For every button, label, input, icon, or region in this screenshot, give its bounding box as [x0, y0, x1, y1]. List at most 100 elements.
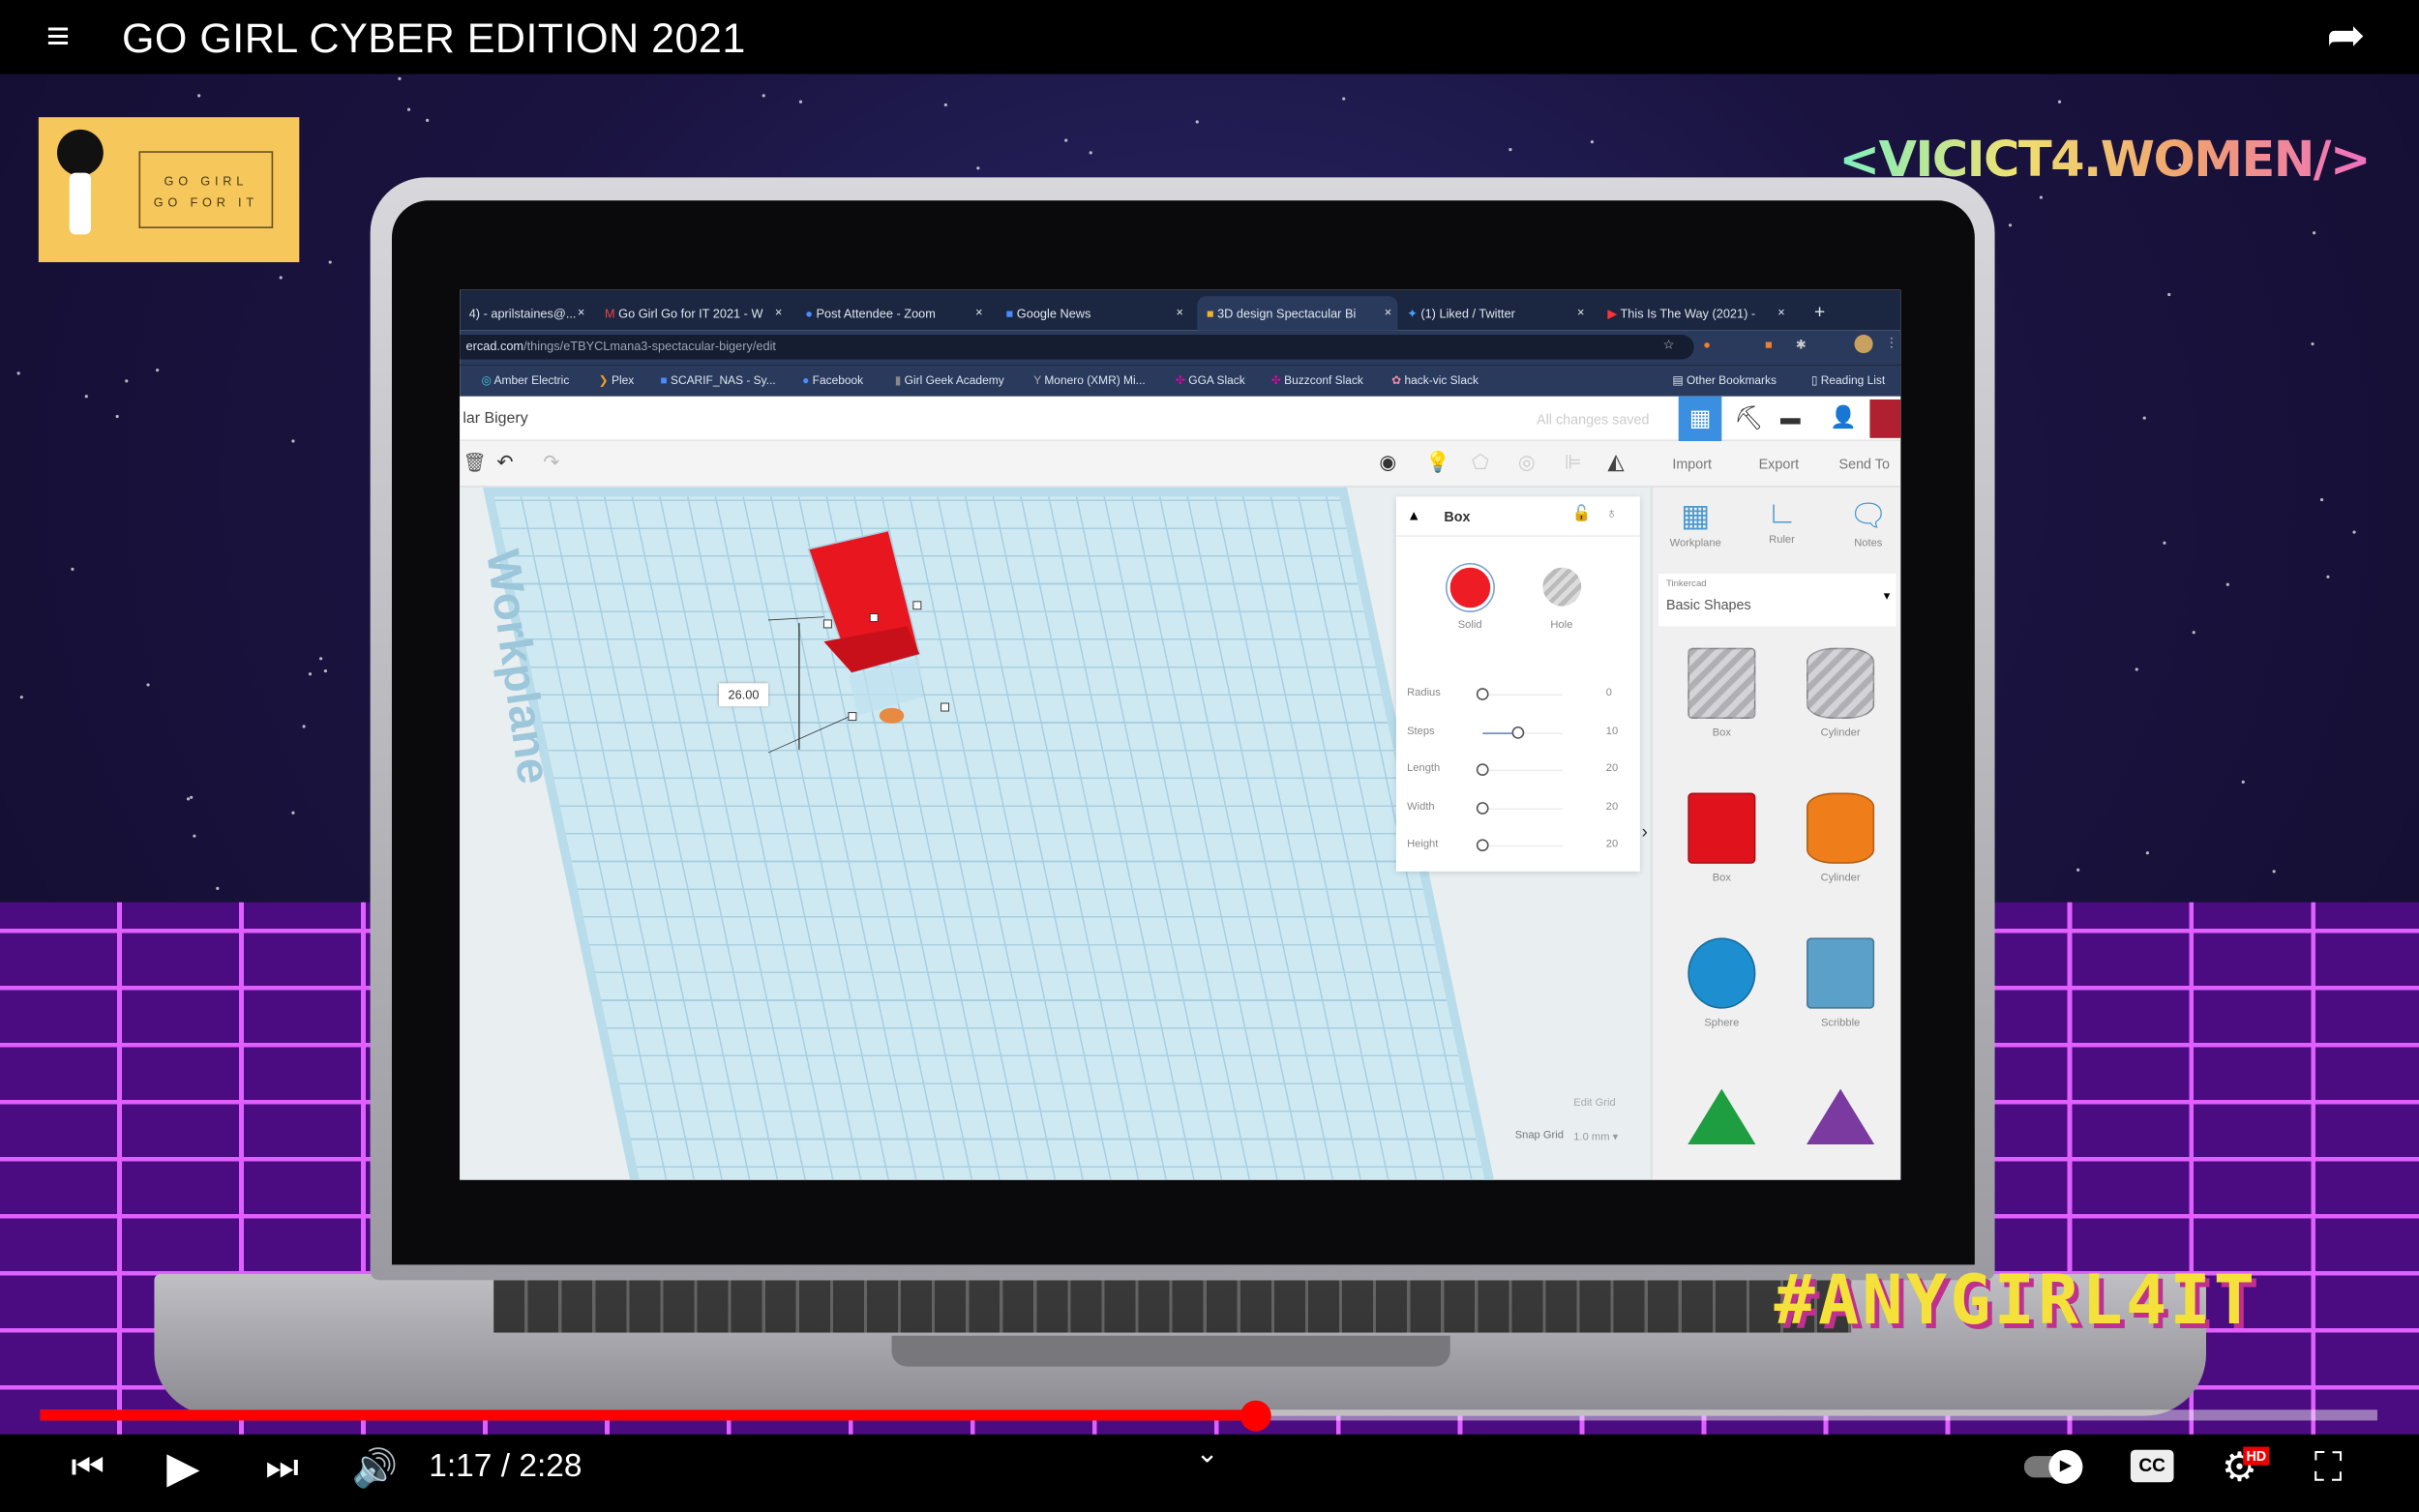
bookmark[interactable]: ▮ Girl Geek Academy	[895, 373, 1004, 387]
param-value[interactable]: 20	[1606, 763, 1618, 774]
close-tab-icon[interactable]: ×	[1777, 306, 1784, 319]
export-button[interactable]: Export	[1759, 457, 1799, 472]
bookmark[interactable]: ✿ hack-vic Slack	[1391, 373, 1478, 387]
param-slider[interactable]	[1476, 801, 1489, 815]
browser-tab[interactable]: ▶ This Is The Way (2021) - ×	[1598, 296, 1791, 330]
extensions-puzzle-icon[interactable]: ✱	[1796, 338, 1807, 351]
param-slider[interactable]	[1512, 726, 1525, 738]
dimension-input[interactable]: 26.00	[718, 683, 769, 707]
shape-item[interactable]: Sphere	[1683, 937, 1760, 1028]
browser-tab[interactable]: 4) - aprilstaines@... ×	[460, 296, 591, 330]
param-slider[interactable]	[1476, 839, 1489, 852]
close-tab-icon[interactable]: ×	[1577, 306, 1584, 319]
close-tab-icon[interactable]: ×	[578, 306, 584, 319]
cc-icon[interactable]: CC	[2130, 1449, 2174, 1483]
next-icon[interactable]: ⏭	[265, 1447, 298, 1491]
group-icon[interactable]: ⬠	[1472, 451, 1489, 476]
play-icon[interactable]: ▶	[166, 1442, 199, 1494]
shape-item[interactable]: Box	[1683, 792, 1760, 884]
mirror-icon[interactable]: ◭	[1607, 449, 1624, 475]
ungroup-icon[interactable]: ◎	[1518, 451, 1536, 476]
bookmark-star-icon[interactable]: ☆	[1663, 338, 1674, 351]
workplane-tool[interactable]: ▦ Workplane	[1664, 496, 1726, 549]
close-tab-icon[interactable]: ×	[1385, 306, 1391, 319]
box-shape[interactable]	[737, 519, 984, 765]
3d-viewport[interactable]: Workplane 26.00 Edit Grid Snap Grid 1.0 …	[460, 487, 1652, 1180]
solid-button[interactable]	[1447, 564, 1494, 611]
extension-icon[interactable]: ●	[1703, 338, 1711, 351]
param-slider[interactable]	[1476, 688, 1489, 700]
bookmark[interactable]: ◎ Amber Electric	[481, 373, 569, 387]
shape-item[interactable]: Scribble	[1802, 937, 1879, 1028]
redo-icon[interactable]: ↷	[543, 451, 559, 476]
undo-icon[interactable]: ↶	[496, 451, 513, 476]
reading-list[interactable]: ▯ Reading List	[1811, 373, 1885, 387]
autoplay-toggle[interactable]: ▶	[2023, 1449, 2083, 1484]
param-value[interactable]: 0	[1606, 688, 1612, 698]
shape-library-select[interactable]: Tinkercad Basic Shapes ▾	[1657, 574, 1896, 627]
shape-thumbnail	[1802, 792, 1879, 864]
pickaxe-icon[interactable]: ⛏	[1734, 404, 1763, 431]
shape-item[interactable]: Box	[1683, 647, 1760, 739]
playlist-icon[interactable]: ≡	[46, 13, 70, 60]
other-bookmarks[interactable]: ▤ Other Bookmarks	[1672, 373, 1777, 387]
browser-tab[interactable]: ● Post Attendee - Zoom ×	[796, 296, 989, 330]
grid-view-button[interactable]: ▦	[1678, 396, 1722, 441]
shape-item[interactable]: Cylinder	[1802, 792, 1879, 884]
notes-tool[interactable]: 🗨 Notes	[1837, 496, 1899, 549]
share-icon[interactable]: ➦	[2326, 10, 2365, 64]
bookmark[interactable]: ● Facebook	[802, 373, 863, 387]
param-value[interactable]: 10	[1606, 726, 1618, 736]
bookmark[interactable]: ■ SCARIF_NAS - Sy...	[660, 373, 775, 387]
extension-icon[interactable]: ■	[1765, 338, 1773, 351]
light-bulb-icon[interactable]: ♁	[1606, 506, 1618, 523]
ruler-tool[interactable]: ∟ Ruler	[1751, 496, 1813, 546]
browser-tab[interactable]: M Go Girl Go for IT 2021 - W ×	[595, 296, 788, 330]
design-name[interactable]: lar Bigery	[463, 410, 527, 428]
align-icon[interactable]: ⊫	[1565, 451, 1582, 476]
view-icon[interactable]: ◉	[1379, 451, 1396, 476]
previous-icon[interactable]: ⏮	[71, 1447, 104, 1491]
send-to-button[interactable]: Send To	[1839, 457, 1890, 472]
hole-button[interactable]	[1542, 567, 1582, 607]
snap-grid-select[interactable]: 1.0 mm ▾	[1573, 1131, 1618, 1142]
collapse-inspector-icon[interactable]: ▲	[1407, 508, 1420, 523]
workplane-grid[interactable]	[483, 487, 1511, 1180]
collapse-panel-chevron[interactable]: ›	[1641, 820, 1647, 842]
param-slider[interactable]	[1476, 763, 1489, 776]
add-user-icon[interactable]: 👤	[1830, 404, 1857, 430]
user-avatar[interactable]	[1869, 399, 1901, 438]
shape-item[interactable]	[1802, 1082, 1879, 1153]
close-tab-icon[interactable]: ×	[975, 306, 982, 319]
chevron-down-icon[interactable]: ⌄	[1196, 1438, 1219, 1469]
volume-icon[interactable]: 🔊	[352, 1447, 399, 1492]
browser-menu-icon[interactable]: ⋮	[1885, 337, 1897, 350]
new-tab-button[interactable]: +	[1805, 296, 1834, 330]
edit-grid-button[interactable]: Edit Grid	[1573, 1098, 1615, 1109]
bookmark[interactable]: ❯ Plex	[599, 373, 635, 387]
light-icon[interactable]: 💡	[1425, 451, 1450, 476]
profile-avatar[interactable]	[1854, 334, 1873, 354]
scrubber-handle[interactable]	[1239, 1400, 1271, 1432]
import-button[interactable]: Import	[1672, 457, 1712, 472]
lock-icon[interactable]: 🔓	[1572, 506, 1592, 523]
close-tab-icon[interactable]: ×	[1176, 306, 1182, 319]
progress-bar[interactable]	[40, 1400, 2377, 1432]
video-title[interactable]: GO GIRL CYBER EDITION 2021	[122, 15, 746, 63]
param-value[interactable]: 20	[1606, 801, 1618, 812]
param-value[interactable]: 20	[1606, 839, 1618, 849]
bookmark[interactable]: ✣ GGA Slack	[1176, 373, 1245, 387]
shape-item[interactable]: Cylinder	[1802, 647, 1879, 739]
delete-icon[interactable]: 🗑	[463, 452, 486, 473]
browser-tab[interactable]: ■ Google News ×	[997, 296, 1189, 330]
close-tab-icon[interactable]: ×	[775, 306, 782, 319]
browser-tab-active[interactable]: ■ 3D design Spectacular Bi ×	[1197, 296, 1398, 331]
bookmark[interactable]: Y Monero (XMR) Mi...	[1033, 373, 1145, 387]
bookmark[interactable]: ✣ Buzzconf Slack	[1271, 373, 1363, 387]
browser-tab[interactable]: ✦ (1) Liked / Twitter ×	[1398, 296, 1591, 330]
shape-item[interactable]	[1683, 1082, 1760, 1153]
exit-fullscreen-icon[interactable]: ⛶	[2314, 1443, 2343, 1493]
url-input[interactable]: ercad.com/things/eTBYCLmana3-spectacular…	[460, 334, 1694, 360]
bricks-icon[interactable]: ▬	[1780, 405, 1801, 429]
shape-name[interactable]: Box	[1444, 509, 1470, 524]
